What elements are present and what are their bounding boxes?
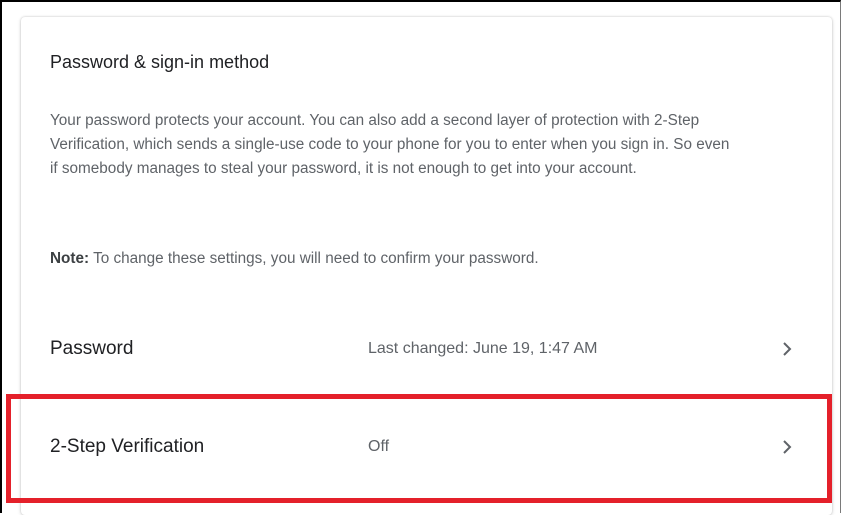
password-setting-row[interactable]: Password Last changed: June 19, 1:47 AM [21, 302, 832, 398]
section-title: Password & sign-in method [50, 52, 270, 72]
chevron-right-icon [783, 342, 792, 356]
two-step-verification-label: 2-Step Verification [50, 436, 205, 457]
chevron-right-icon [783, 440, 792, 454]
section-description: Your password protects your account. You… [50, 112, 730, 177]
password-last-changed: Last changed: June 19, 1:47 AM [368, 340, 598, 357]
password-label: Password [50, 338, 134, 359]
section-note: Note: To change these settings, you will… [50, 247, 539, 271]
password-signin-card: Password & sign-in method Your password … [21, 17, 832, 515]
two-step-verification-row[interactable]: 2-Step Verification Off [21, 400, 832, 496]
note-label: Note: [50, 250, 90, 267]
note-text: To change these settings, you will need … [89, 250, 539, 267]
two-step-verification-status: Off [368, 438, 390, 455]
